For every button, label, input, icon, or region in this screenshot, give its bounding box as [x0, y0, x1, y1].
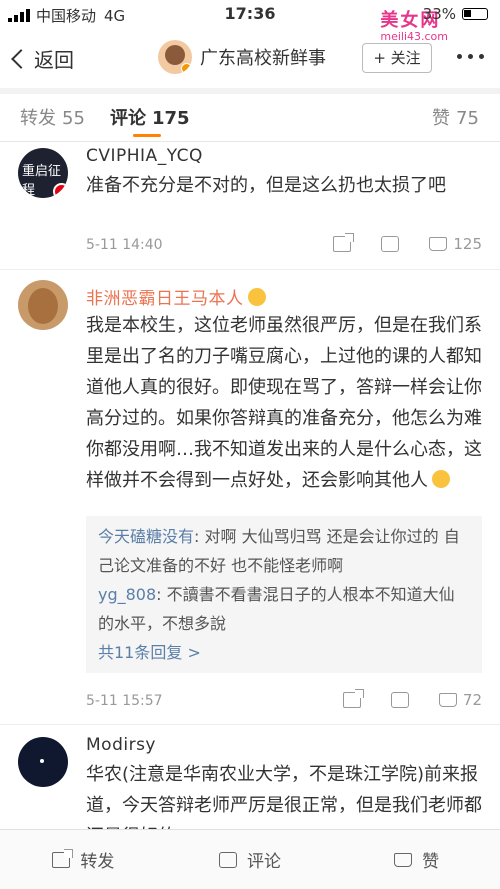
account-name: 广东高校新鲜事	[200, 48, 326, 69]
bottom-action-bar: 转发 评论 赞	[0, 829, 500, 889]
more-options-icon[interactable]	[457, 54, 484, 59]
comment-icon	[219, 851, 237, 868]
share-icon	[52, 848, 74, 868]
comment-item: 重启征程 CVIPHIA_YCQ 准备不充分是不对的，但是这么扔也太损了吧 5-…	[0, 142, 500, 270]
verified-badge-icon	[181, 63, 192, 74]
nav-bar: 返回 广东高校新鲜事 + 关注	[0, 30, 500, 88]
follow-button[interactable]: + 关注	[362, 43, 432, 73]
reply-thread: 今天磕糖没有: 对啊 大仙骂归骂 还是会让你过的 自己论文准备的不好 也不能怪老…	[86, 516, 482, 673]
view-more-replies-link[interactable]: 共11条回复 >	[98, 638, 470, 667]
emoji-icon	[247, 288, 266, 306]
comment-text: 准备不充分是不对的，但是这么扔也太损了吧	[86, 175, 446, 196]
comment-avatar[interactable]	[18, 280, 68, 330]
share-icon[interactable]	[342, 689, 364, 708]
active-tab-indicator	[133, 134, 161, 137]
like-button[interactable]: 赞	[333, 830, 500, 889]
comment-username[interactable]: CVIPHIA_YCQ	[86, 146, 203, 166]
reply-item[interactable]: 今天磕糖没有: 对啊 大仙骂归骂 还是会让你过的 自己论文准备的不好 也不能怪老…	[98, 522, 470, 580]
like-button[interactable]: 125	[429, 235, 482, 253]
reply-icon[interactable]	[390, 692, 409, 708]
comment-item: Modirsy 华农(注意是华南农业大学，不是珠江学院)前来报道，今天答辩老师严…	[0, 725, 500, 829]
account-header[interactable]: 广东高校新鲜事	[158, 40, 326, 74]
reply-username[interactable]: yg_808	[98, 585, 156, 604]
badge-icon	[53, 183, 68, 198]
comment-actions: 72	[342, 689, 482, 709]
thumbs-up-icon	[438, 693, 457, 707]
tab-likes[interactable]: 赞 75	[432, 104, 479, 130]
smile-emoji-icon	[432, 470, 450, 488]
comment-username[interactable]: 非洲恶霸日王马本人	[86, 284, 266, 309]
share-icon[interactable]	[333, 233, 355, 252]
battery-info: 33%	[423, 5, 488, 23]
battery-percent: 33%	[422, 5, 456, 23]
comment-actions: 125	[333, 233, 482, 253]
comment-time: 5-11 14:40	[86, 237, 163, 253]
chevron-left-icon	[11, 48, 31, 69]
tab-bar: 转发 55 评论 175 赞 75	[0, 94, 500, 142]
reply-icon[interactable]	[381, 236, 400, 252]
comment-text: 华农(注意是华南农业大学，不是珠江学院)前来报道，今天答辩老师严厉是很正常，但是…	[86, 764, 482, 829]
like-button[interactable]: 72	[438, 691, 482, 709]
back-label: 返回	[34, 48, 74, 72]
battery-icon	[462, 8, 488, 20]
comment-avatar[interactable]: 重启征程	[18, 148, 68, 198]
comment-time: 5-11 15:57	[86, 693, 163, 709]
tab-reposts[interactable]: 转发 55	[20, 104, 85, 130]
reply-item[interactable]: yg_808: 不讀書不看書混日子的人根本不知道大仙的水平，不想多說	[98, 580, 470, 638]
tab-comments[interactable]: 评论 175	[110, 104, 190, 130]
comment-item: 非洲恶霸日王马本人 我是本校生，这位老师虽然很严厉，但是在我们系里是出了名的刀子…	[0, 270, 500, 725]
status-bar: 中国移动 4G 17:36 美女网 meili43.com 33%	[0, 0, 500, 43]
repost-button[interactable]: 转发	[0, 830, 167, 889]
comment-username[interactable]: Modirsy	[86, 735, 156, 755]
thumbs-up-icon	[394, 852, 413, 867]
comment-text: 我是本校生，这位老师虽然很严厉，但是在我们系里是出了名的刀子嘴豆腐心，上过他的课…	[86, 315, 482, 491]
reply-username[interactable]: 今天磕糖没有	[98, 527, 194, 546]
thumbs-up-icon	[429, 237, 448, 251]
account-avatar[interactable]	[158, 40, 192, 74]
comment-button[interactable]: 评论	[167, 830, 334, 889]
back-button[interactable]: 返回	[11, 44, 74, 73]
comment-avatar[interactable]	[18, 737, 68, 787]
